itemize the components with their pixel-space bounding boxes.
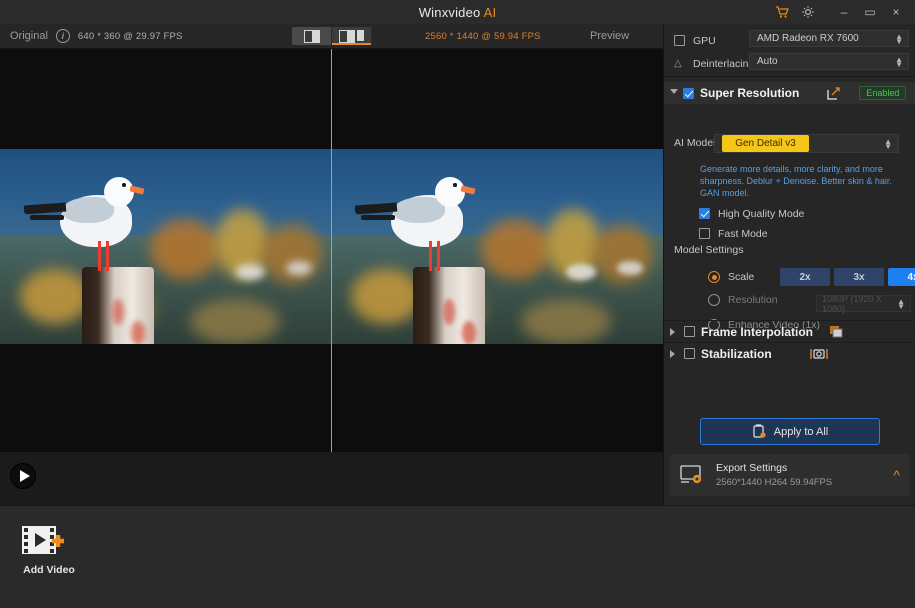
- gpu-checkbox[interactable]: [674, 35, 685, 46]
- gpu-select[interactable]: AMD Radeon RX 7600 ▲▼: [749, 30, 909, 47]
- preview-stage[interactable]: [0, 49, 663, 452]
- preview-label: Preview: [590, 30, 629, 42]
- play-icon[interactable]: [10, 463, 36, 489]
- frames-icon: [829, 325, 844, 339]
- resolution-label: Resolution: [728, 294, 778, 306]
- scale-label: Scale: [728, 271, 774, 283]
- single-view-icon[interactable]: [292, 27, 332, 45]
- chevron-updown-icon: ▲▼: [895, 34, 903, 44]
- scale-option-2x[interactable]: 2x: [780, 268, 830, 286]
- enhanced-preview-image: [331, 149, 663, 344]
- super-resolution-header[interactable]: Super Resolution Enabled: [664, 82, 915, 104]
- fast-mode-checkbox[interactable]: [699, 228, 710, 239]
- deinterlacing-select[interactable]: Auto ▲▼: [749, 53, 909, 70]
- stabilization-label: Stabilization: [701, 347, 772, 361]
- app-title-accent: AI: [484, 5, 497, 20]
- chevron-updown-icon-2: ▲▼: [895, 57, 903, 67]
- output-meta: 2560 * 1440 @ 59.94 FPS: [425, 31, 541, 42]
- media-strip: Add Video ❮ ❯ drone-footage-vie skiing-: [0, 505, 915, 608]
- super-resolution-checkbox[interactable]: [683, 88, 694, 99]
- resolution-row[interactable]: Resolution: [708, 294, 778, 306]
- super-resolution-title: Super Resolution: [700, 86, 799, 100]
- resolution-radio[interactable]: [708, 294, 720, 306]
- deinterlacing-value: Auto: [757, 56, 778, 67]
- view-toggle-group: [292, 27, 372, 45]
- chevron-updown-icon-4: ▲▼: [897, 299, 905, 309]
- frame-interpolation-checkbox[interactable]: [684, 326, 695, 337]
- expand-icon[interactable]: [827, 86, 841, 100]
- minimize-button[interactable]: –: [831, 0, 857, 24]
- export-settings-box[interactable]: Export Settings 2560*1440 H264 59.94FPS …: [670, 454, 910, 496]
- chevron-down-icon[interactable]: [670, 89, 678, 98]
- high-quality-mode-label: High Quality Mode: [718, 208, 804, 220]
- split-view-icon[interactable]: [332, 27, 372, 45]
- gpu-value: AMD Radeon RX 7600: [757, 33, 859, 44]
- stabilization-checkbox[interactable]: [684, 348, 695, 359]
- cart-icon[interactable]: [769, 0, 795, 24]
- scale-radio[interactable]: [708, 271, 720, 283]
- scale-row[interactable]: Scale 2x 3x 4x: [708, 268, 915, 286]
- add-video-button[interactable]: Add Video: [16, 523, 82, 576]
- window-controls: – ▭ ×: [769, 0, 915, 24]
- export-settings-details: 2560*1440 H264 59.94FPS: [716, 477, 832, 488]
- frame-interpolation-label: Frame Interpolation: [701, 325, 813, 339]
- info-icon[interactable]: i: [56, 29, 70, 43]
- comparison-divider[interactable]: [331, 49, 332, 452]
- frame-interpolation-row[interactable]: Frame Interpolation: [664, 320, 915, 342]
- chevron-up-icon[interactable]: ^: [893, 467, 900, 483]
- original-preview-image: [0, 149, 331, 344]
- scale-option-4x[interactable]: 4x: [888, 268, 915, 286]
- preview-header: Original i 640 * 360 @ 29.97 FPS 2560 * …: [0, 24, 663, 49]
- camera-stabilize-icon: [810, 347, 828, 361]
- player-bar: 00:00 00:23: [0, 452, 663, 505]
- deinterlace-icon: △: [674, 58, 685, 69]
- chevron-right-icon-fi[interactable]: [670, 328, 675, 336]
- settings-panel: GPU AMD Radeon RX 7600 ▲▼ △ Deinterlacin…: [663, 24, 915, 505]
- original-label: Original: [10, 30, 48, 42]
- scale-option-3x[interactable]: 3x: [834, 268, 884, 286]
- title-bar: Winxvideo AI – ▭ ×: [0, 0, 915, 24]
- apply-to-all-label: Apply to All: [774, 426, 828, 438]
- stabilization-row[interactable]: Stabilization: [664, 342, 915, 364]
- resolution-select: 1080P (1920 X 1080) ▲▼: [816, 295, 911, 312]
- fast-mode-row[interactable]: Fast Mode: [689, 222, 768, 245]
- export-icon: [680, 464, 706, 486]
- winxvideo-ai-window: Winxvideo AI – ▭ × Original i 640 * 360 …: [0, 0, 915, 608]
- export-settings-title: Export Settings: [716, 462, 832, 474]
- gpu-label: GPU: [693, 35, 753, 47]
- source-meta: 640 * 360 @ 29.97 FPS: [78, 31, 183, 42]
- resolution-value: 1080P (1920 X 1080): [822, 294, 894, 314]
- add-video-label: Add Video: [16, 564, 82, 576]
- apply-to-all-button[interactable]: Apply to All: [700, 418, 880, 445]
- chevron-right-icon-st[interactable]: [670, 350, 675, 358]
- maximize-button[interactable]: ▭: [857, 0, 883, 24]
- model-settings-label: Model Settings: [674, 244, 743, 256]
- add-video-icon: [16, 523, 82, 559]
- ai-model-value[interactable]: Gen Detail v3: [722, 135, 809, 152]
- chevron-updown-icon-3: ▲▼: [884, 139, 892, 149]
- high-quality-mode-checkbox[interactable]: [699, 208, 710, 219]
- status-badge: Enabled: [859, 86, 906, 100]
- apply-icon: [752, 424, 766, 439]
- close-button[interactable]: ×: [883, 0, 909, 24]
- fast-mode-label: Fast Mode: [718, 228, 768, 240]
- gear-icon[interactable]: [795, 0, 821, 24]
- ai-model-label: AI Model: [674, 137, 715, 149]
- super-resolution-description: Generate more details, more clarity, and…: [700, 163, 910, 199]
- app-title-main: Winxvideo: [419, 5, 481, 20]
